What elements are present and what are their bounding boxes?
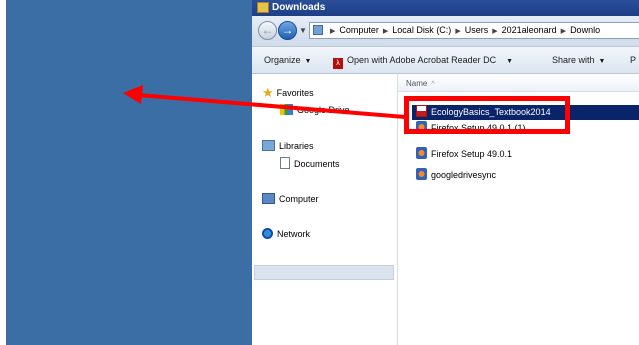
- breadcrumb-computer[interactable]: Computer: [339, 25, 379, 35]
- star-icon: ★: [262, 85, 274, 100]
- setup-icon: [416, 147, 427, 159]
- chevron-right-icon[interactable]: ▶: [330, 28, 335, 35]
- explorer-window: Downloads ← → ▼ ▶ Computer ▶ Local Disk (C:…: [252, 0, 639, 345]
- file-name: googledrivesync: [431, 170, 497, 180]
- google-drive-icon: [280, 104, 293, 115]
- organize-button[interactable]: Organize ▼: [264, 55, 311, 65]
- breadcrumb-users[interactable]: Users: [465, 25, 489, 35]
- breadcrumb-user[interactable]: 2021aleonard: [502, 25, 557, 35]
- library-icon: [262, 140, 275, 151]
- recent-pages-dropdown-icon[interactable]: ▼: [299, 26, 307, 35]
- file-name: Firefox Setup 49.0.1: [431, 149, 513, 159]
- share-with-label: Share with: [552, 55, 595, 65]
- folder-icon: [257, 2, 269, 13]
- chevron-right-icon[interactable]: ▶: [455, 28, 460, 35]
- navigation-pane: ★ Favorites Google Drive Libraries Docume…: [252, 74, 398, 345]
- nav-computer-label: Computer: [279, 194, 319, 204]
- nav-documents[interactable]: Documents: [280, 157, 340, 169]
- nav-network[interactable]: Network: [262, 228, 310, 239]
- breadcrumb-downloads[interactable]: Downlo: [570, 25, 600, 35]
- organize-label: Organize: [264, 55, 301, 65]
- share-with-button[interactable]: Share with ▼: [552, 55, 605, 65]
- acrobat-icon: λ: [333, 58, 343, 69]
- nav-libraries-label: Libraries: [279, 141, 314, 151]
- document-icon: [280, 157, 290, 169]
- sort-ascending-icon: ^: [431, 81, 435, 88]
- setup-icon: [416, 168, 427, 180]
- title-bar[interactable]: Downloads: [252, 0, 639, 16]
- open-with-label: Open with Adobe Acrobat Reader DC: [347, 55, 497, 65]
- annotation-highlight-box: [404, 96, 570, 134]
- nav-network-label: Network: [277, 229, 311, 239]
- name-column-label: Name ^: [406, 79, 435, 88]
- nav-computer-row[interactable]: [254, 265, 394, 280]
- address-bar-area: ← → ▼ ▶ Computer ▶ Local Disk (C:) ▶ Users ▶ 20…: [252, 16, 639, 47]
- folder-icon: [313, 25, 323, 35]
- chevron-down-icon: ▼: [506, 58, 514, 65]
- nav-documents-label: Documents: [294, 159, 340, 169]
- nav-favorites[interactable]: ★ Favorites: [262, 85, 314, 100]
- back-button[interactable]: ←: [258, 21, 277, 40]
- file-row-googledrivesync[interactable]: googledrivesync: [416, 168, 639, 183]
- desktop-background: [6, 0, 252, 345]
- column-title: Name: [406, 79, 428, 88]
- nav-computer[interactable]: Computer: [262, 193, 319, 204]
- chevron-right-icon[interactable]: ▶: [561, 28, 566, 35]
- chevron-down-icon: ▼: [304, 58, 312, 65]
- name-column-header[interactable]: Name ^: [398, 74, 639, 92]
- breadcrumb-local-disk[interactable]: Local Disk (C:): [392, 25, 451, 35]
- network-icon: [262, 228, 273, 239]
- toolbar-overflow-item[interactable]: P: [630, 55, 636, 65]
- nav-google-drive[interactable]: Google Drive: [280, 104, 350, 115]
- file-row-firefox-setup[interactable]: Firefox Setup 49.0.1: [416, 147, 639, 162]
- window-title: Downloads: [272, 2, 326, 13]
- command-toolbar: Organize ▼ λ Open with Adobe Acrobat Reade…: [252, 47, 639, 74]
- forward-button[interactable]: →: [278, 21, 297, 40]
- nav-favorites-label: Favorites: [276, 88, 314, 98]
- nav-libraries[interactable]: Libraries: [262, 140, 314, 151]
- chevron-right-icon[interactable]: ▶: [492, 28, 497, 35]
- chevron-down-icon: ▼: [598, 58, 606, 65]
- chevron-right-icon[interactable]: ▶: [383, 28, 388, 35]
- open-with-button[interactable]: λ Open with Adobe Acrobat Reader DC ▼: [333, 55, 513, 69]
- computer-icon: [262, 193, 275, 204]
- nav-google-drive-label: Google Drive: [297, 105, 350, 115]
- address-field[interactable]: ▶ Computer ▶ Local Disk (C:) ▶ Users ▶ 2021aleo…: [309, 22, 639, 39]
